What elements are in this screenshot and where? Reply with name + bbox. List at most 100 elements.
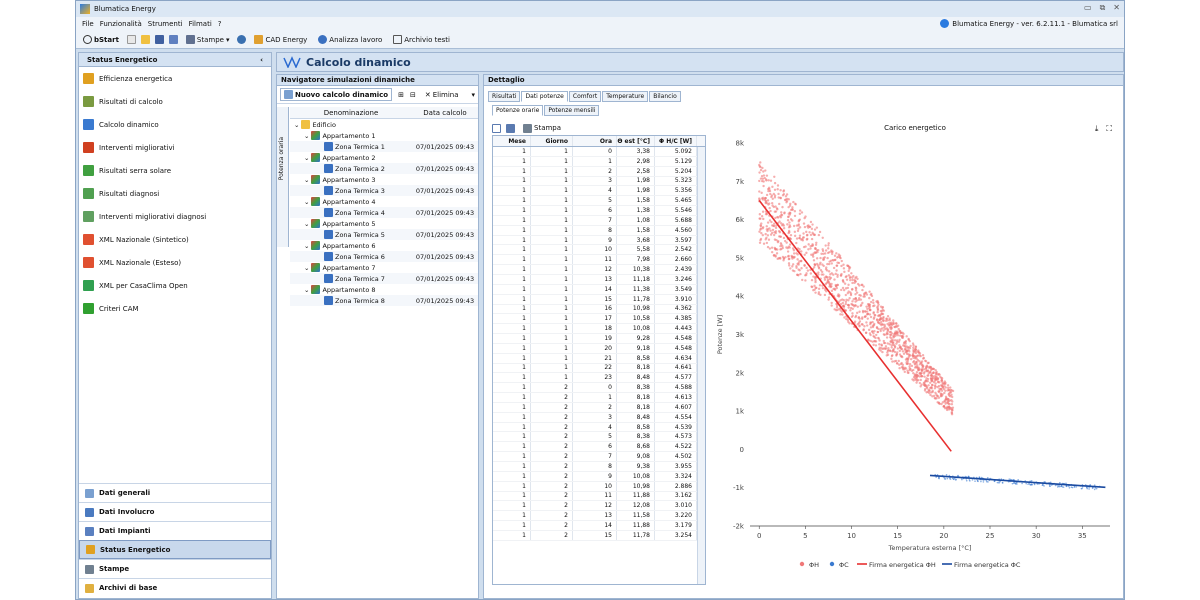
chevron-down-icon[interactable]: ⌄ — [304, 264, 309, 272]
dropdown-icon[interactable]: ▾ — [471, 91, 475, 99]
close-icon[interactable]: ✕ — [1113, 3, 1120, 13]
col-denominazione[interactable]: Denominazione — [290, 107, 412, 118]
table-row[interactable]: 1 1 8 1,58 4.560 — [493, 225, 705, 236]
tab-0[interactable]: Risultati — [488, 91, 521, 102]
tab-4[interactable]: Bilancio — [649, 91, 681, 102]
legend-label[interactable]: Firma energetica ΦC — [954, 561, 1021, 569]
col-data-calcolo[interactable]: Data calcolo — [412, 107, 478, 118]
collapse-all-icon[interactable]: ⊟ — [410, 91, 416, 99]
table-row[interactable]: 1 1 9 3,68 3.597 — [493, 235, 705, 246]
table-row[interactable]: 1 1 22 8,18 4.641 — [493, 363, 705, 374]
download-icon[interactable]: ⤓ — [1095, 124, 1099, 134]
table-row[interactable]: 1 1 13 11,18 3.246 — [493, 274, 705, 285]
sidebar-item-8[interactable]: XML Nazionale (Esteso) — [79, 251, 271, 274]
sidebar-item-1[interactable]: Risultati di calcolo — [79, 90, 271, 113]
table-row[interactable]: 1 1 1 2,98 5.129 — [493, 156, 705, 167]
section-4[interactable]: Stampe — [79, 559, 271, 578]
menu-help[interactable]: ? — [218, 20, 222, 28]
legend-label[interactable]: ΦH — [809, 561, 819, 569]
table-row[interactable]: 1 2 10 10,98 2.886 — [493, 481, 705, 492]
table-row[interactable]: 1 1 18 10,08 4.443 — [493, 324, 705, 335]
table-row[interactable]: 1 2 13 11,58 3.220 — [493, 511, 705, 522]
tree-row-zone[interactable]: Zona Termica 8 07/01/2025 09:43 — [290, 295, 478, 306]
column-header[interactable]: Mese — [493, 136, 531, 146]
sidebar-item-9[interactable]: XML per CasaClima Open — [79, 274, 271, 297]
tree-row-edificio[interactable]: ⌄ Edificio — [290, 119, 478, 130]
tree-row-zone[interactable]: Zona Termica 1 07/01/2025 09:43 — [290, 141, 478, 152]
menu-strumenti[interactable]: Strumenti — [148, 20, 183, 28]
open-folder-icon[interactable] — [140, 35, 150, 44]
table-row[interactable]: 1 1 23 8,48 4.577 — [493, 373, 705, 384]
grid-view-icon[interactable] — [492, 123, 501, 133]
stampa-button[interactable]: Stampa — [520, 123, 564, 134]
new-file-icon[interactable] — [126, 35, 136, 44]
tree-row-apartment[interactable]: ⌄ Appartamento 1 — [290, 130, 478, 141]
table-row[interactable]: 1 1 16 10,98 4.362 — [493, 304, 705, 315]
export-icon[interactable] — [506, 123, 515, 133]
table-row[interactable]: 1 1 19 9,28 4.548 — [493, 334, 705, 344]
chevron-down-icon[interactable]: ⌄ — [294, 121, 299, 129]
delete-button[interactable]: ✕ Elimina — [422, 90, 462, 100]
sidebar-item-10[interactable]: Criteri CAM — [79, 297, 271, 320]
sidebar-item-2[interactable]: Calcolo dinamico — [79, 113, 271, 136]
fullscreen-icon[interactable]: ⛶ — [1106, 124, 1112, 134]
chevron-down-icon[interactable]: ⌄ — [304, 286, 309, 294]
table-row[interactable]: 1 2 5 8,38 4.573 — [493, 432, 705, 443]
table-row[interactable]: 1 2 9 10,08 3.324 — [493, 471, 705, 482]
sidebar-item-7[interactable]: XML Nazionale (Sintetico) — [79, 228, 271, 251]
tree-row-zone[interactable]: Zona Termica 6 07/01/2025 09:43 — [290, 251, 478, 262]
table-row[interactable]: 1 1 20 9,18 4.548 — [493, 343, 705, 354]
table-row[interactable]: 1 2 15 11,78 3.254 — [493, 530, 705, 541]
tree-row-apartment[interactable]: ⌄ Appartamento 7 — [290, 262, 478, 273]
menu-file[interactable]: File — [82, 20, 94, 28]
table-row[interactable]: 1 2 4 8,58 4.539 — [493, 422, 705, 433]
collapse-sidebar-button[interactable]: ‹ — [260, 56, 263, 64]
table-row[interactable]: 1 1 6 1,38 5.546 — [493, 206, 705, 216]
tree-row-zone[interactable]: Zona Termica 4 07/01/2025 09:43 — [290, 207, 478, 218]
table-row[interactable]: 1 1 15 11,78 3.910 — [493, 294, 705, 305]
restore-icon[interactable]: ⧉ — [1100, 3, 1106, 13]
section-0[interactable]: Dati generali — [79, 483, 271, 502]
tree-row-zone[interactable]: Zona Termica 2 07/01/2025 09:43 — [290, 163, 478, 174]
tree-row-apartment[interactable]: ⌄ Appartamento 3 — [290, 174, 478, 185]
table-row[interactable]: 1 2 2 8,18 4.607 — [493, 402, 705, 413]
table-row[interactable]: 1 1 10 5,58 2.542 — [493, 245, 705, 256]
tree-row-apartment[interactable]: ⌄ Appartamento 2 — [290, 152, 478, 163]
table-row[interactable]: 1 1 7 1,08 5.688 — [493, 215, 705, 226]
save-icon[interactable] — [154, 35, 164, 44]
stampe-button[interactable]: Stampe ▾ — [183, 34, 233, 45]
new-calc-button[interactable]: Nuovo calcolo dinamico — [280, 88, 393, 101]
chevron-down-icon[interactable]: ⌄ — [304, 176, 309, 184]
table-row[interactable]: 1 2 3 8,48 4.554 — [493, 412, 705, 423]
menu-filmati[interactable]: Filmati — [189, 20, 212, 28]
table-row[interactable]: 1 2 11 11,88 3.162 — [493, 491, 705, 502]
sidebar-item-0[interactable]: Efficienza energetica — [79, 67, 271, 90]
sidebar-item-3[interactable]: Interventi migliorativi — [79, 136, 271, 159]
table-row[interactable]: 1 1 2 2,58 5.204 — [493, 166, 705, 177]
table-row[interactable]: 1 2 12 12,08 3.010 — [493, 501, 705, 512]
legend-marker[interactable] — [829, 561, 835, 567]
column-header[interactable]: Φ H/C [W] — [655, 136, 697, 146]
chevron-down-icon[interactable]: ⌄ — [304, 154, 309, 162]
vertical-tab-potenza-oraria[interactable]: Potenza oraria — [277, 107, 289, 247]
tree-row-apartment[interactable]: ⌄ Appartamento 8 — [290, 284, 478, 295]
sidebar-item-6[interactable]: Interventi migliorativi diagnosi — [79, 205, 271, 228]
table-row[interactable]: 1 1 5 1,58 5.465 — [493, 196, 705, 207]
table-scrollbar[interactable] — [697, 147, 705, 584]
table-row[interactable]: 1 2 6 8,68 4.522 — [493, 442, 705, 453]
section-2[interactable]: Dati Impianti — [79, 521, 271, 540]
table-row[interactable]: 1 1 17 10,58 4.385 — [493, 314, 705, 325]
table-row[interactable]: 1 1 4 1,98 5.356 — [493, 186, 705, 197]
tab-1[interactable]: Dati potenze — [521, 91, 568, 102]
table-row[interactable]: 1 1 14 11,38 3.549 — [493, 284, 705, 295]
table-row[interactable]: 1 1 3 1,98 5.323 — [493, 176, 705, 187]
minimize-icon[interactable]: ▭ — [1084, 3, 1092, 13]
table-row[interactable]: 1 1 12 10,38 2.439 — [493, 265, 705, 275]
tab-3[interactable]: Temperature — [602, 91, 649, 102]
table-row[interactable]: 1 2 7 9,08 4.502 — [493, 452, 705, 462]
settings-icon[interactable] — [237, 35, 247, 44]
table-row[interactable]: 1 2 14 11,88 3.179 — [493, 521, 705, 531]
column-header[interactable]: Θ est [°C] — [617, 136, 655, 146]
subtab-1[interactable]: Potenze mensili — [544, 105, 600, 116]
sidebar-item-4[interactable]: Risultati serra solare — [79, 159, 271, 182]
